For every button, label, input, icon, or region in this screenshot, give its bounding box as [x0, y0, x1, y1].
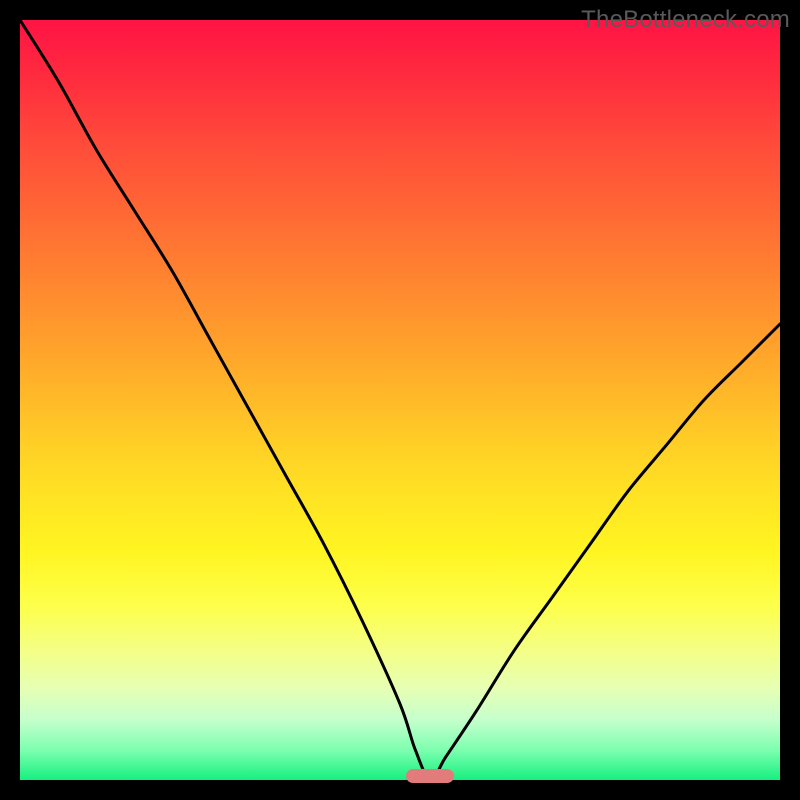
chart-frame: TheBottleneck.com	[0, 0, 800, 800]
optimal-point-marker	[406, 769, 454, 783]
heat-gradient-background	[20, 20, 780, 780]
watermark-text: TheBottleneck.com	[581, 6, 790, 34]
